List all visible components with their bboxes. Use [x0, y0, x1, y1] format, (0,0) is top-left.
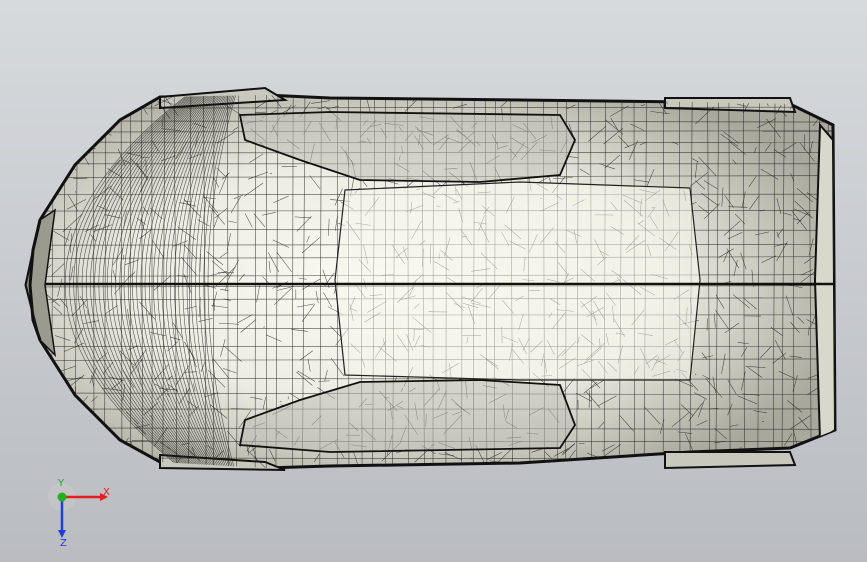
mesh-edge	[468, 466, 475, 468]
mesh-edge	[35, 406, 54, 419]
mesh-edge	[118, 442, 120, 445]
mesh-edge	[41, 411, 55, 421]
mesh-edge	[43, 370, 57, 375]
mesh-edge	[571, 463, 574, 467]
mesh-edge	[26, 95, 835, 96]
mesh-edge	[27, 97, 47, 107]
mesh-edge	[81, 448, 87, 468]
mesh-edge	[830, 106, 835, 109]
mesh-edge	[115, 447, 126, 460]
mesh-edge	[44, 98, 62, 103]
mesh-edge	[806, 446, 817, 465]
mesh-edge	[40, 406, 49, 418]
y-axis-label: Y	[57, 478, 65, 489]
mesh-edge	[65, 428, 85, 447]
axis-triad: X Y Z	[48, 478, 110, 548]
mesh-edge	[26, 424, 34, 445]
mesh-edge	[41, 157, 47, 174]
mesh-edge	[481, 95, 500, 97]
mesh-edge	[61, 157, 77, 171]
mesh-edge	[35, 412, 47, 429]
mesh-edge	[98, 109, 114, 121]
x-axis-label: X	[103, 487, 110, 498]
mesh-edge	[53, 437, 71, 439]
mesh-edge	[534, 470, 548, 472]
mesh-edge	[80, 414, 93, 433]
mesh-edge	[815, 98, 826, 107]
mesh-edge	[821, 455, 835, 468]
mesh-edge	[26, 374, 40, 391]
graphics-viewport[interactable]: X Y Z	[0, 0, 867, 562]
mesh-edge	[537, 95, 557, 99]
mesh-edge	[452, 470, 455, 478]
mesh-edge	[59, 440, 72, 443]
mesh-edge	[55, 95, 71, 97]
mesh-edge	[80, 133, 95, 147]
mesh-edge	[170, 469, 173, 486]
mesh-edge	[533, 463, 548, 468]
mesh-edge	[58, 123, 62, 135]
mesh-edge	[801, 96, 819, 103]
mesh-edge	[76, 111, 79, 115]
mesh-edge	[27, 122, 45, 141]
mesh-edge	[92, 420, 100, 426]
mesh-edge	[50, 449, 71, 465]
rear-right-fender	[664, 451, 797, 470]
mesh-edge	[35, 375, 54, 380]
mesh-edge	[77, 422, 89, 440]
mesh-edge	[778, 95, 783, 97]
mesh-edge	[33, 172, 44, 192]
z-axis-arrow-head	[58, 530, 66, 538]
car-body-wireframe-model[interactable]	[0, 0, 867, 562]
mesh-edge	[102, 103, 117, 124]
mesh-edge	[32, 451, 39, 463]
mesh-edge	[78, 118, 92, 137]
mesh-edge	[50, 151, 54, 162]
roof-panel	[334, 181, 701, 381]
mesh-edge	[564, 95, 566, 97]
mesh-edge	[96, 433, 103, 450]
mesh-edge	[38, 106, 42, 118]
mesh-edge	[26, 148, 36, 168]
mesh-edge	[787, 95, 795, 96]
mesh-edge	[38, 427, 55, 433]
mesh-edge	[75, 118, 82, 132]
y-axis-dot	[57, 492, 67, 502]
mesh-edge	[26, 179, 41, 188]
mesh-edge	[42, 109, 58, 127]
mesh-edge	[26, 212, 38, 229]
mesh-edge	[106, 455, 122, 460]
mesh-edge	[643, 467, 652, 468]
z-axis-label: Z	[60, 538, 67, 548]
mesh-edge	[86, 431, 97, 436]
mesh-edge	[61, 148, 75, 168]
mesh-edge	[63, 110, 80, 131]
mesh-edge	[30, 207, 39, 214]
rear-panel	[813, 122, 835, 442]
